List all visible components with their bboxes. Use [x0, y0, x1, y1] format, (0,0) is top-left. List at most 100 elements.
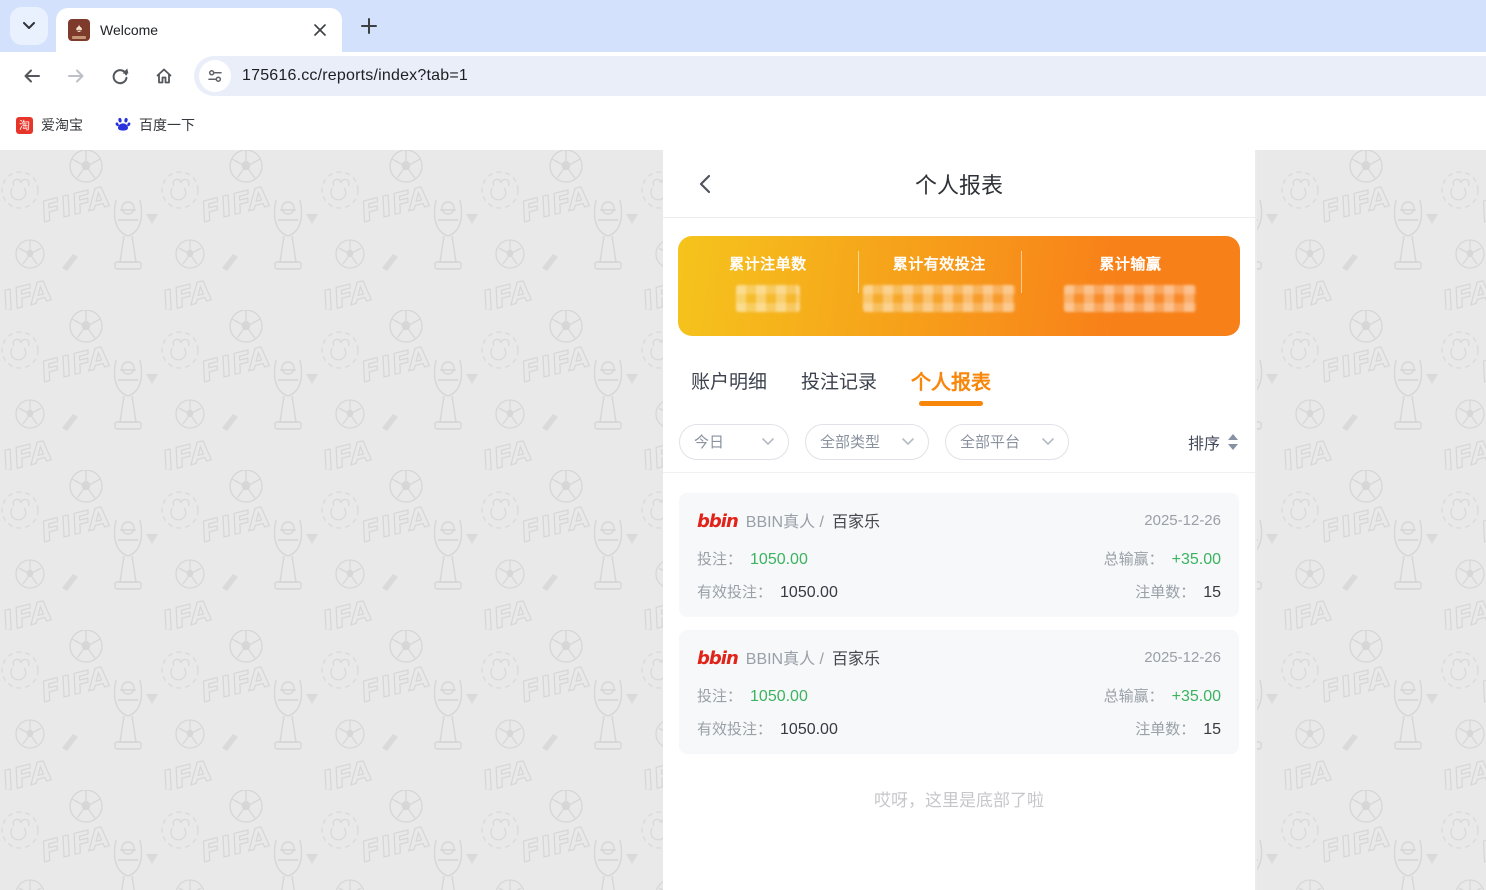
valid-bet-value: 1050.00: [780, 584, 838, 602]
tab-label: 个人报表: [911, 372, 991, 394]
forward-button[interactable]: [58, 58, 94, 94]
stat-label: 累计输赢: [1099, 253, 1161, 274]
order-count-label: 注单数：: [1135, 581, 1195, 602]
card-title-row: bbin BBIN真人 / 百家乐 2025-12-26: [697, 508, 1221, 532]
site-info-button[interactable]: [199, 60, 231, 92]
record-date: 2025-12-26: [1144, 649, 1221, 666]
site-favicon: ♠: [68, 19, 90, 41]
provider: bbin BBIN真人 / 百家乐: [697, 645, 880, 669]
sort-label: 排序: [1188, 430, 1220, 454]
tab-title: Welcome: [100, 22, 308, 38]
active-tab-underline: [919, 401, 983, 406]
filter-label: 全部类型: [820, 431, 880, 452]
browser-tab-welcome[interactable]: ♠ Welcome: [56, 8, 342, 52]
record-date: 2025-12-26: [1144, 512, 1221, 529]
baidu-paw-icon: [115, 116, 131, 135]
filter-bar: 今日 全部类型 全部平台 排序: [663, 411, 1255, 473]
bet-value: 1050.00: [750, 688, 808, 706]
page-title: 个人报表: [915, 168, 1003, 200]
reload-icon: [110, 66, 130, 86]
sort-arrows-icon: [1227, 434, 1239, 450]
stat-divider: [1021, 251, 1022, 293]
stat-total-valid-bets: 累计有效投注: [858, 236, 1021, 336]
bookmark-label: 爱淘宝: [41, 115, 83, 135]
chevron-down-icon: [1042, 438, 1054, 446]
order-count-value: 15: [1203, 721, 1221, 739]
report-card[interactable]: bbin BBIN真人 / 百家乐 2025-12-26 投注： 1050.00 …: [679, 630, 1239, 754]
back-button[interactable]: [14, 58, 50, 94]
bookmark-label: 百度一下: [139, 115, 195, 135]
tab-personal-report[interactable]: 个人报表: [909, 366, 993, 395]
page-content: FIFA FIFA: [0, 150, 1486, 890]
stat-total-orders: 累计注单数: [678, 236, 858, 336]
type-filter-dropdown[interactable]: 全部类型: [805, 424, 929, 460]
report-header: 个人报表: [663, 150, 1255, 218]
card-row: 投注： 1050.00 总输赢： +35.00: [697, 685, 1221, 706]
valid-bet-label: 有效投注：: [697, 581, 772, 602]
forward-arrow-icon: [66, 66, 86, 86]
chevron-down-icon: [762, 438, 774, 446]
date-filter-dropdown[interactable]: 今日: [679, 424, 789, 460]
report-list: bbin BBIN真人 / 百家乐 2025-12-26 投注： 1050.00 …: [663, 473, 1255, 811]
new-tab-button[interactable]: [352, 9, 386, 43]
provider: bbin BBIN真人 / 百家乐: [697, 508, 880, 532]
stat-total-winloss: 累计输赢: [1021, 236, 1240, 336]
filter-label: 全部平台: [960, 431, 1020, 452]
report-panel: 个人报表 累计注单数 累计有效投注 累计输赢 账户明细 投注记录 个人报表: [663, 150, 1257, 890]
redacted-value: [863, 285, 1015, 312]
filter-label: 今日: [694, 431, 724, 452]
bet-label: 投注：: [697, 548, 742, 569]
bookmark-taobao[interactable]: 淘 爱淘宝: [16, 115, 83, 135]
chevron-left-icon: [699, 174, 711, 194]
winloss-value: +35.00: [1172, 688, 1221, 706]
stat-divider: [858, 251, 859, 293]
url-text: 175616.cc/reports/index?tab=1: [242, 67, 468, 85]
browser-toolbar: 175616.cc/reports/index?tab=1: [0, 52, 1486, 100]
stat-label: 累计注单数: [729, 253, 807, 274]
platform-filter-dropdown[interactable]: 全部平台: [945, 424, 1069, 460]
winloss-label: 总输赢：: [1104, 548, 1164, 569]
order-count-label: 注单数：: [1135, 718, 1195, 739]
winloss-value: +35.00: [1172, 551, 1221, 569]
tab-bet-records[interactable]: 投注记录: [799, 367, 879, 394]
game-name: 百家乐: [832, 645, 880, 669]
provider-name: BBIN真人 /: [746, 645, 824, 669]
spade-icon: ♠: [76, 22, 82, 34]
close-icon[interactable]: [308, 18, 332, 42]
browser-tab-strip: ♠ Welcome: [0, 0, 1486, 52]
valid-bet-label: 有效投注：: [697, 718, 772, 739]
tab-search-button[interactable]: [10, 7, 48, 45]
bbin-logo: bbin: [697, 648, 738, 669]
order-count-value: 15: [1203, 584, 1221, 602]
page-back-button[interactable]: [691, 150, 719, 217]
back-arrow-icon: [22, 66, 42, 86]
report-card[interactable]: bbin BBIN真人 / 百家乐 2025-12-26 投注： 1050.00 …: [679, 493, 1239, 617]
redacted-value: [1064, 285, 1196, 312]
tab-account-details[interactable]: 账户明细: [689, 367, 769, 394]
valid-bet-value: 1050.00: [780, 721, 838, 739]
home-icon: [154, 66, 174, 86]
card-row: 有效投注： 1050.00 注单数： 15: [697, 718, 1221, 739]
bet-label: 投注：: [697, 685, 742, 706]
stat-label: 累计有效投注: [893, 253, 986, 274]
provider-name: BBIN真人 /: [746, 508, 824, 532]
game-name: 百家乐: [832, 508, 880, 532]
taobao-icon: 淘: [16, 117, 33, 134]
sort-button[interactable]: 排序: [1188, 430, 1239, 454]
end-of-list-note: 哎呀，这里是底部了啦: [679, 786, 1239, 811]
address-bar[interactable]: 175616.cc/reports/index?tab=1: [194, 56, 1486, 96]
home-button[interactable]: [146, 58, 182, 94]
reload-button[interactable]: [102, 58, 138, 94]
card-row: 有效投注： 1050.00 注单数： 15: [697, 581, 1221, 602]
bbin-logo: bbin: [697, 511, 738, 532]
bookmark-baidu[interactable]: 百度一下: [115, 115, 195, 135]
card-title-row: bbin BBIN真人 / 百家乐 2025-12-26: [697, 645, 1221, 669]
section-tabs: 账户明细 投注记录 个人报表: [663, 348, 1255, 411]
chevron-down-icon: [902, 438, 914, 446]
summary-stats-card: 累计注单数 累计有效投注 累计输赢: [678, 236, 1240, 336]
bet-value: 1050.00: [750, 551, 808, 569]
site-settings-icon: [206, 67, 224, 85]
favicon-banner: [72, 36, 86, 39]
winloss-label: 总输赢：: [1104, 685, 1164, 706]
card-row: 投注： 1050.00 总输赢： +35.00: [697, 548, 1221, 569]
